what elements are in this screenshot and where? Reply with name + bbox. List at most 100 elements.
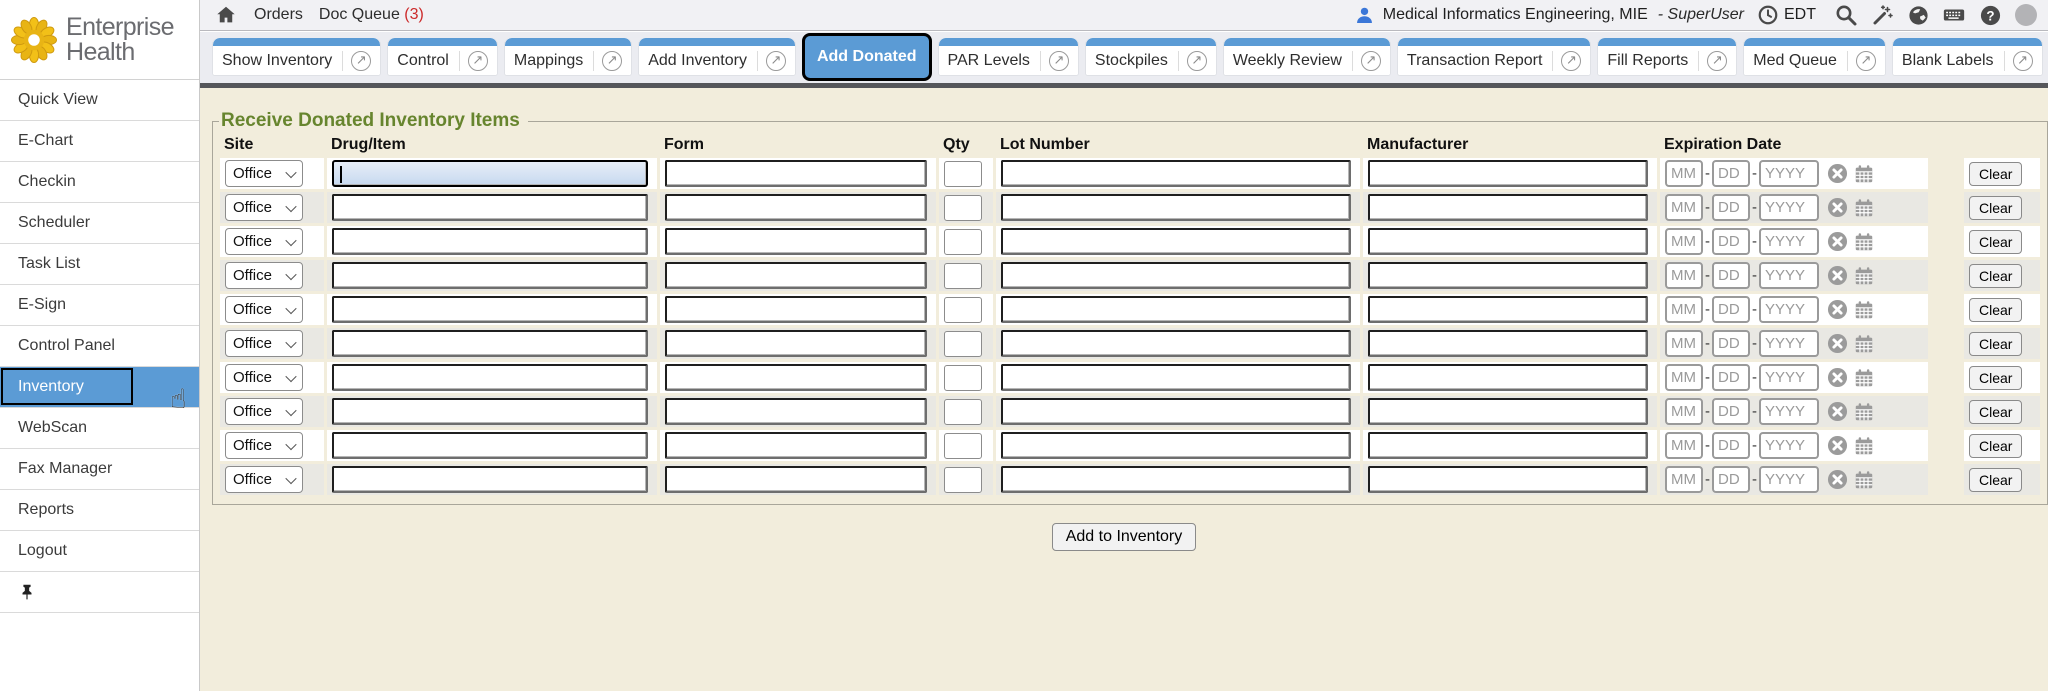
form-input[interactable] (665, 466, 927, 493)
clear-row-button[interactable]: Clear (1969, 196, 2022, 220)
home-icon[interactable] (214, 3, 238, 27)
clear-date-icon[interactable] (1827, 197, 1848, 218)
expiration-day-input[interactable] (1712, 194, 1750, 221)
expiration-month-input[interactable] (1665, 466, 1703, 493)
popout-arrow-icon[interactable]: ↗ (1707, 51, 1727, 71)
expiration-day-input[interactable] (1712, 296, 1750, 323)
tab-add-inventory[interactable]: Add Inventory ↗ (638, 38, 796, 76)
expiration-month-input[interactable] (1665, 364, 1703, 391)
drug-item-input[interactable] (332, 364, 648, 391)
form-input[interactable] (665, 194, 927, 221)
clear-row-button[interactable]: Clear (1969, 468, 2022, 492)
clear-row-button[interactable]: Clear (1969, 298, 2022, 322)
popout-arrow-icon[interactable]: ↗ (1187, 51, 1207, 71)
site-select[interactable]: Office (225, 262, 303, 289)
expiration-year-input[interactable] (1759, 432, 1819, 459)
expiration-year-input[interactable] (1759, 296, 1819, 323)
site-select[interactable]: Office (225, 160, 303, 187)
popout-arrow-icon[interactable]: ↗ (1049, 51, 1069, 71)
calendar-icon[interactable] (1853, 435, 1875, 457)
popout-arrow-icon[interactable]: ↗ (602, 51, 622, 71)
avatar[interactable] (2014, 3, 2038, 27)
site-select[interactable]: Office (225, 466, 303, 493)
search-icon[interactable] (1834, 3, 1858, 27)
expiration-month-input[interactable] (1665, 398, 1703, 425)
help-icon[interactable]: ? (1978, 3, 2002, 27)
popout-arrow-icon[interactable]: ↗ (1361, 51, 1381, 71)
sidebar-item-quick-view[interactable]: Quick View (0, 80, 199, 121)
tab-fill-reports[interactable]: Fill Reports ↗ (1597, 38, 1737, 76)
expiration-year-input[interactable] (1759, 364, 1819, 391)
expiration-day-input[interactable] (1712, 330, 1750, 357)
tab-stockpiles[interactable]: Stockpiles ↗ (1085, 38, 1217, 76)
expiration-day-input[interactable] (1712, 432, 1750, 459)
lot-number-input[interactable] (1001, 432, 1351, 459)
clear-date-icon[interactable] (1827, 469, 1848, 490)
popout-arrow-icon[interactable]: ↗ (351, 51, 371, 71)
manufacturer-input[interactable] (1368, 330, 1648, 357)
wand-icon[interactable] (1870, 3, 1894, 27)
clear-row-button[interactable]: Clear (1969, 400, 2022, 424)
sidebar-item-scheduler[interactable]: Scheduler (0, 203, 199, 244)
clock-icon[interactable] (1756, 3, 1780, 27)
lot-number-input[interactable] (1001, 296, 1351, 323)
expiration-month-input[interactable] (1665, 160, 1703, 187)
lot-number-input[interactable] (1001, 466, 1351, 493)
qty-input[interactable] (944, 399, 982, 425)
tab-weekly-review[interactable]: Weekly Review ↗ (1223, 38, 1391, 76)
sidebar-pin-button[interactable] (0, 572, 199, 613)
drug-item-input[interactable] (332, 228, 648, 255)
expiration-day-input[interactable] (1712, 228, 1750, 255)
tab-show-inventory[interactable]: Show Inventory ↗ (212, 38, 381, 76)
lot-number-input[interactable] (1001, 398, 1351, 425)
manufacturer-input[interactable] (1368, 398, 1648, 425)
site-select[interactable]: Office (225, 194, 303, 221)
qty-input[interactable] (944, 365, 982, 391)
expiration-year-input[interactable] (1759, 160, 1819, 187)
expiration-month-input[interactable] (1665, 296, 1703, 323)
form-input[interactable] (665, 262, 927, 289)
keyboard-icon[interactable] (1942, 3, 1966, 27)
sidebar-item-inventory[interactable]: Inventory (0, 367, 199, 408)
drug-item-input[interactable] (332, 466, 648, 493)
clear-date-icon[interactable] (1827, 265, 1848, 286)
expiration-year-input[interactable] (1759, 262, 1819, 289)
clear-date-icon[interactable] (1827, 231, 1848, 252)
popout-arrow-icon[interactable]: ↗ (468, 51, 488, 71)
tab-add-donated[interactable]: Add Donated ↗ (802, 33, 932, 81)
sidebar-item-checkin[interactable]: Checkin (0, 162, 199, 203)
drug-item-input[interactable] (332, 296, 648, 323)
expiration-month-input[interactable] (1665, 432, 1703, 459)
expiration-year-input[interactable] (1759, 194, 1819, 221)
clear-date-icon[interactable] (1827, 163, 1848, 184)
clear-date-icon[interactable] (1827, 299, 1848, 320)
form-input[interactable] (665, 160, 927, 187)
popout-arrow-icon[interactable]: ↗ (766, 51, 786, 71)
expiration-day-input[interactable] (1712, 262, 1750, 289)
site-select[interactable]: Office (225, 398, 303, 425)
sidebar-item-fax-manager[interactable]: Fax Manager (0, 449, 199, 490)
clear-row-button[interactable]: Clear (1969, 332, 2022, 356)
form-input[interactable] (665, 296, 927, 323)
sidebar-item-task-list[interactable]: Task List (0, 244, 199, 285)
tab-transaction-report[interactable]: Transaction Report ↗ (1397, 38, 1591, 76)
popout-arrow-icon[interactable]: ↗ (2013, 51, 2033, 71)
drug-item-input[interactable] (332, 262, 648, 289)
expiration-year-input[interactable] (1759, 466, 1819, 493)
expiration-month-input[interactable] (1665, 228, 1703, 255)
clear-date-icon[interactable] (1827, 333, 1848, 354)
lot-number-input[interactable] (1001, 160, 1351, 187)
site-select[interactable]: Office (225, 296, 303, 323)
drug-item-input[interactable] (332, 432, 648, 459)
clear-row-button[interactable]: Clear (1969, 366, 2022, 390)
drug-item-input[interactable] (332, 398, 648, 425)
qty-input[interactable] (944, 161, 982, 187)
site-select[interactable]: Office (225, 330, 303, 357)
form-input[interactable] (665, 364, 927, 391)
lot-number-input[interactable] (1001, 194, 1351, 221)
tab-blank-labels[interactable]: Blank Labels ↗ (1892, 38, 2043, 76)
qty-input[interactable] (944, 331, 982, 357)
manufacturer-input[interactable] (1368, 262, 1648, 289)
form-input[interactable] (665, 398, 927, 425)
breadcrumb-orders[interactable]: Orders (254, 6, 303, 24)
